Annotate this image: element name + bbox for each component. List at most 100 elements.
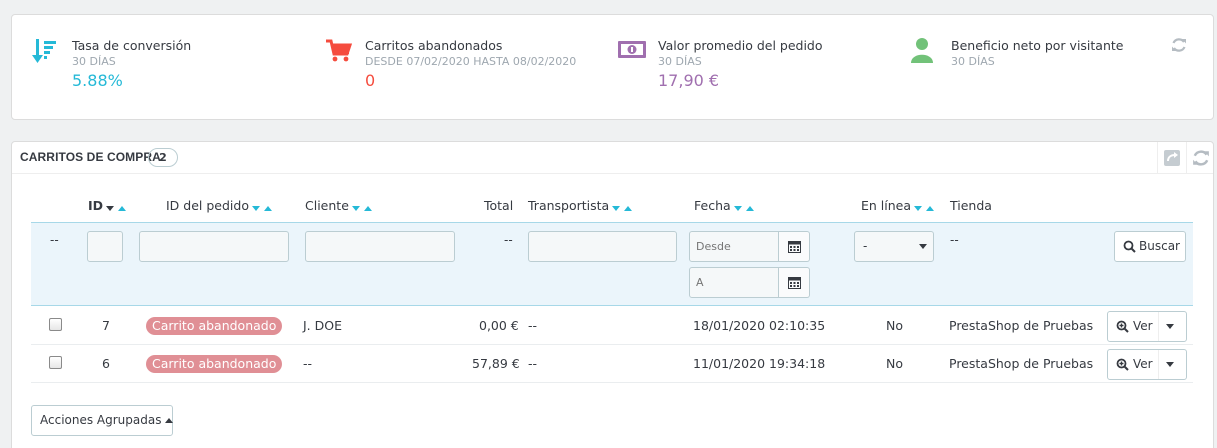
filter-checkbox-placeholder: --	[50, 233, 59, 247]
search-icon	[1123, 240, 1136, 253]
cell-online: No	[886, 356, 903, 371]
view-button-label: Ver	[1133, 357, 1153, 371]
bulk-actions-button[interactable]: Acciones Agrupadas	[31, 405, 174, 436]
panel-title: CARRITOS DE COMPRA	[20, 150, 161, 164]
sort-desc-icon[interactable]	[106, 206, 115, 211]
view-button-label: Ver	[1133, 319, 1153, 333]
column-label: Transportista	[528, 198, 610, 213]
cell-shop: PrestaShop de Pruebas	[949, 318, 1094, 333]
select-value: -	[863, 239, 868, 253]
table-row: 7 Carrito abandonado J. DOE 0,00 € -- 18…	[31, 307, 1193, 345]
search-button-label: Buscar	[1139, 239, 1180, 253]
view-button[interactable]: Ver	[1107, 349, 1187, 380]
chevron-down-icon[interactable]	[1166, 324, 1174, 329]
column-header-date[interactable]: Fecha	[694, 198, 754, 214]
button-divider	[1158, 312, 1159, 341]
kpi-subtitle: 30 DÍAS	[951, 55, 995, 68]
button-divider	[1158, 350, 1159, 379]
column-header-order-id[interactable]: ID del pedido	[166, 198, 272, 214]
sort-amount-down-icon	[32, 39, 56, 63]
header-divider	[1157, 142, 1158, 174]
sort-arrows[interactable]	[914, 199, 934, 214]
money-bill-icon	[618, 41, 646, 58]
row-checkbox[interactable]	[49, 318, 62, 331]
status-badge: Carrito abandonado	[146, 317, 283, 335]
column-label: En línea	[861, 198, 912, 213]
kpi-value: 5.88%	[72, 71, 123, 90]
refresh-icon[interactable]	[1192, 149, 1210, 167]
refresh-icon[interactable]	[1171, 37, 1187, 53]
calendar-button[interactable]	[779, 267, 810, 298]
cell-customer: J. DOE	[303, 318, 342, 333]
kpi-title: Beneficio neto por visitante	[951, 38, 1124, 53]
filter-date-to-input[interactable]	[689, 267, 779, 298]
row-checkbox[interactable]	[49, 356, 62, 369]
status-badge: Carrito abandonado	[146, 355, 283, 373]
column-header-carrier[interactable]: Transportista	[528, 198, 633, 214]
cell-id: 7	[102, 318, 110, 333]
filter-id-input[interactable]	[87, 231, 123, 262]
sort-arrows[interactable]	[733, 199, 754, 214]
filter-date-from-input[interactable]	[689, 231, 779, 262]
sort-desc-icon[interactable]	[251, 206, 260, 211]
kpi-title: Carritos abandonados	[365, 38, 503, 53]
sort-desc-icon[interactable]	[351, 206, 360, 211]
kpi-title: Valor promedio del pedido	[658, 38, 823, 53]
chevron-down-icon[interactable]	[1166, 362, 1174, 367]
export-icon[interactable]	[1163, 149, 1181, 167]
header-divider	[1186, 142, 1187, 174]
cell-carrier: --	[528, 356, 538, 371]
sort-asc-icon[interactable]	[363, 206, 372, 211]
sort-desc-icon[interactable]	[733, 206, 742, 211]
sort-arrows[interactable]	[351, 199, 372, 214]
sort-asc-icon[interactable]	[745, 206, 754, 211]
view-button[interactable]: Ver	[1107, 311, 1187, 342]
filter-order-id-input[interactable]	[139, 231, 289, 262]
shopping-cart-icon	[326, 39, 353, 62]
cell-date: 18/01/2020 02:10:35	[693, 318, 826, 333]
filter-shop-placeholder: --	[950, 233, 959, 247]
kpi-subtitle: 30 DÍAS	[72, 55, 116, 68]
kpi-title: Tasa de conversión	[72, 38, 192, 53]
column-label: Cliente	[305, 198, 349, 213]
column-header-customer[interactable]: Cliente	[305, 198, 372, 214]
column-header-total: Total	[484, 198, 513, 213]
sort-asc-icon[interactable]	[118, 206, 127, 211]
column-label: Fecha	[694, 198, 731, 213]
column-header-shop: Tienda	[950, 198, 992, 213]
sort-arrows[interactable]	[612, 199, 633, 214]
cell-carrier: --	[528, 318, 538, 333]
sort-desc-icon[interactable]	[914, 206, 923, 211]
sort-desc-icon[interactable]	[612, 206, 621, 211]
filter-online-select[interactable]: -	[854, 231, 934, 262]
cart-count-badge: 2	[148, 148, 178, 167]
kpi-panel: Tasa de conversión 30 DÍAS 5.88% Carrito…	[11, 14, 1214, 120]
filter-customer-input[interactable]	[305, 231, 455, 262]
column-label: ID del pedido	[166, 198, 249, 213]
sort-asc-icon[interactable]	[926, 206, 934, 211]
cell-customer: --	[303, 356, 313, 371]
calendar-button[interactable]	[779, 231, 810, 262]
sort-arrows[interactable]	[251, 199, 272, 214]
caret-up-icon	[165, 418, 174, 423]
column-header-id[interactable]: ID	[88, 198, 127, 214]
user-icon	[911, 38, 933, 63]
table-row: 6 Carrito abandonado -- 57,89 € -- 11/01…	[31, 345, 1193, 383]
sort-asc-icon[interactable]	[263, 206, 272, 211]
chevron-down-icon	[919, 244, 927, 249]
bulk-actions-label: Acciones Agrupadas	[40, 413, 162, 427]
sort-asc-icon[interactable]	[624, 206, 633, 211]
zoom-in-icon	[1116, 320, 1129, 333]
column-label: Tienda	[950, 198, 992, 213]
column-header-online[interactable]: En línea	[861, 198, 934, 214]
panel-header: CARRITOS DE COMPRA 2	[12, 142, 1213, 174]
kpi-subtitle: DESDE 07/02/2020 HASTA 08/02/2020	[365, 55, 577, 68]
filter-carrier-input[interactable]	[528, 231, 677, 262]
filter-total-placeholder: --	[504, 233, 513, 247]
cell-total: 57,89 €	[472, 356, 520, 371]
cell-online: No	[886, 318, 903, 333]
sort-arrows[interactable]	[106, 199, 127, 214]
search-button[interactable]: Buscar	[1114, 231, 1186, 262]
cell-date: 11/01/2020 19:34:18	[693, 356, 826, 371]
kpi-value: 17,90 €	[658, 71, 720, 90]
